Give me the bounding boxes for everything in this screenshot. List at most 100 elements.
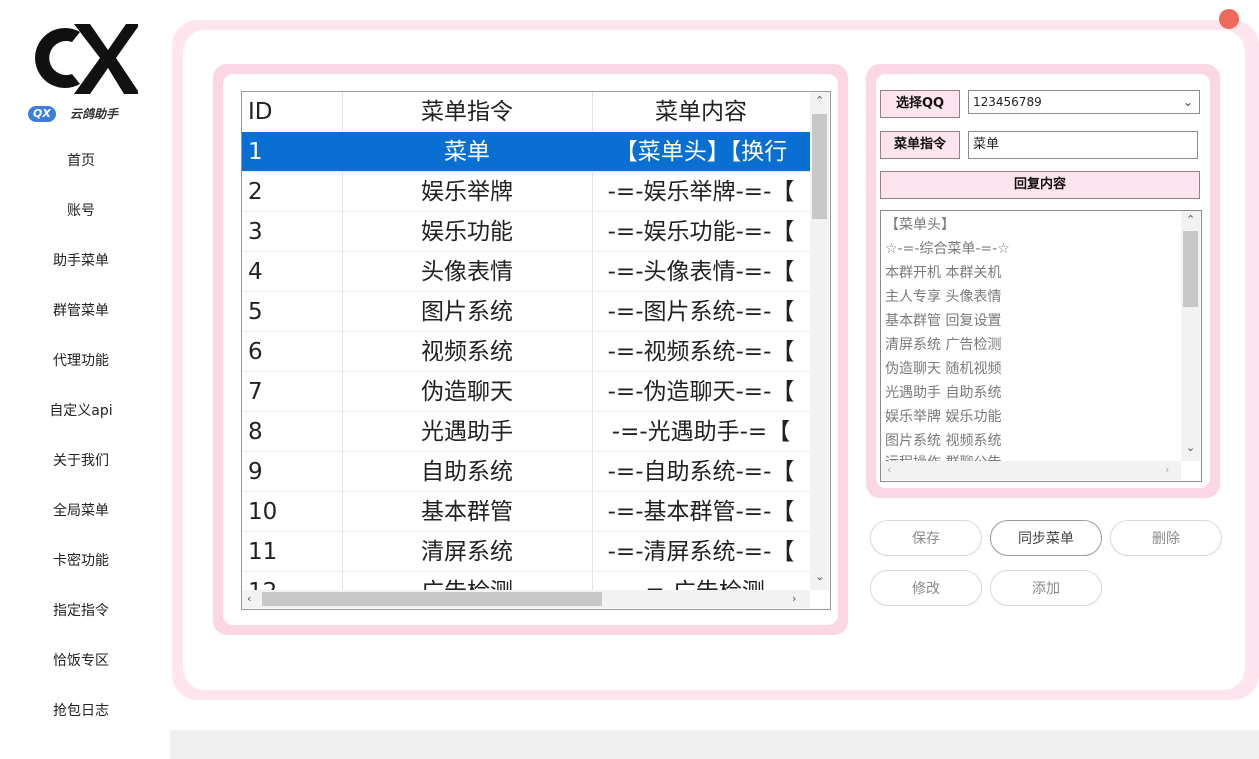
menu-table[interactable]: ID 菜单指令 菜单内容 1 菜单 【菜单头】【换行 2 娱乐举牌 -=-娱乐举…	[241, 91, 831, 610]
reply-line: 基本群管 回复设置	[885, 313, 1002, 329]
header-content[interactable]: 菜单内容	[592, 92, 810, 132]
row-divider	[242, 171, 810, 172]
nav-item-home[interactable]: 首页	[0, 149, 162, 173]
app-logo: QX 云鸽助手	[24, 18, 144, 128]
cell-command: 伪造聊天	[421, 379, 513, 405]
row-divider	[242, 371, 810, 372]
select-qq-button[interactable]: 选择QQ	[880, 90, 960, 118]
nav-item-group-menu[interactable]: 群管菜单	[0, 299, 162, 323]
table-row[interactable]: 4 头像表情 -=-头像表情-=-【	[242, 252, 810, 292]
row-divider	[242, 291, 810, 292]
table-vertical-scroll-thumb[interactable]	[812, 114, 827, 219]
menu-command-label: 菜单指令	[880, 131, 960, 159]
cell-command: 自助系统	[421, 459, 513, 485]
logo-text: 云鸽助手	[70, 107, 119, 121]
table-row[interactable]: 9 自助系统 -=-自助系统-=-【	[242, 452, 810, 492]
cell-content: 【菜单头】【换行	[614, 139, 788, 165]
modify-button[interactable]: 修改	[870, 570, 982, 606]
table-row[interactable]: 10 基本群管 -=-基本群管-=-【	[242, 492, 810, 532]
row-divider	[242, 251, 810, 252]
cell-command: 清屏系统	[421, 539, 513, 565]
scroll-left-icon[interactable]: ‹	[247, 592, 251, 606]
reply-line: 本群开机 本群关机	[885, 265, 1002, 281]
logo-mark-icon	[35, 24, 138, 94]
cell-command: 视频系统	[421, 339, 513, 365]
nav-item-redpacket-log[interactable]: 抢包日志	[0, 699, 162, 723]
menu-command-field[interactable]: 菜单	[968, 131, 1198, 159]
cell-id: 1	[248, 139, 263, 165]
nav-item-assistant-menu[interactable]: 助手菜单	[0, 249, 162, 273]
status-strip	[170, 730, 1259, 759]
row-divider	[242, 331, 810, 332]
table-row[interactable]: 1 菜单 【菜单头】【换行	[242, 132, 810, 172]
cell-id: 3	[248, 219, 263, 245]
cell-id: 11	[248, 539, 278, 565]
cell-id: 5	[248, 299, 263, 325]
reply-content-textarea[interactable]: 【菜单头】 ☆-=-综合菜单-=-☆ 本群开机 本群关机 主人专享 头像表情 基…	[880, 210, 1202, 482]
row-divider	[242, 411, 810, 412]
scroll-left-icon[interactable]: ‹	[887, 463, 891, 477]
cell-content: -=-清屏系统-=-【	[607, 539, 795, 565]
header-id[interactable]: ID	[248, 92, 342, 132]
cell-command: 娱乐举牌	[421, 179, 513, 205]
table-vertical-scrollbar[interactable]: ⌃ ⌄	[810, 92, 829, 590]
reply-line: 娱乐举牌 娱乐功能	[885, 409, 1002, 425]
table-row[interactable]: 7 伪造聊天 -=-伪造聊天-=-【	[242, 372, 810, 412]
header-command[interactable]: 菜单指令	[342, 92, 592, 132]
table-horizontal-scroll-thumb[interactable]	[262, 592, 602, 606]
row-divider	[242, 211, 810, 212]
nav-item-specified-command[interactable]: 指定指令	[0, 599, 162, 623]
add-button[interactable]: 添加	[990, 570, 1102, 606]
cell-command: 头像表情	[421, 259, 513, 285]
reply-horizontal-scrollbar[interactable]: ‹ ›	[881, 461, 1181, 480]
cell-content: -=-头像表情-=-【	[607, 259, 795, 285]
reply-line: 主人专享 头像表情	[885, 289, 1002, 305]
nav-item-custom-api[interactable]: 自定义api	[0, 399, 162, 423]
reply-vertical-scroll-thumb[interactable]	[1183, 231, 1198, 307]
cell-id: 6	[248, 339, 263, 365]
reply-vertical-scrollbar[interactable]: ⌃ ⌄	[1181, 211, 1200, 461]
cell-id: 8	[248, 419, 263, 445]
scroll-down-icon[interactable]: ⌄	[815, 570, 824, 584]
nav-item-agent[interactable]: 代理功能	[0, 349, 162, 373]
cell-content: -=-视频系统-=-【	[607, 339, 795, 365]
scroll-right-icon[interactable]: ›	[1165, 463, 1169, 477]
nav-item-sponsor[interactable]: 恰饭专区	[0, 649, 162, 673]
table-row[interactable]: 11 清屏系统 -=-清屏系统-=-【	[242, 532, 810, 572]
table-row[interactable]: 6 视频系统 -=-视频系统-=-【	[242, 332, 810, 372]
reply-line: ☆-=-综合菜单-=-☆	[885, 241, 1010, 257]
scroll-down-icon[interactable]: ⌄	[1186, 441, 1195, 455]
row-divider	[242, 571, 810, 572]
nav-item-about[interactable]: 关于我们	[0, 449, 162, 473]
scroll-right-icon[interactable]: ›	[792, 592, 796, 606]
cell-id: 10	[248, 499, 278, 525]
table-row[interactable]: 3 娱乐功能 -=-娱乐功能-=-【	[242, 212, 810, 252]
table-row[interactable]: 5 图片系统 -=-图片系统-=-【	[242, 292, 810, 332]
table-row[interactable]: 2 娱乐举牌 -=-娱乐举牌-=-【	[242, 172, 810, 212]
save-button[interactable]: 保存	[870, 520, 982, 556]
table-horizontal-scrollbar[interactable]: ‹ ›	[242, 590, 810, 608]
delete-button[interactable]: 删除	[1110, 520, 1222, 556]
chevron-down-icon[interactable]: ⌄	[1183, 91, 1193, 113]
row-divider	[242, 531, 810, 532]
cell-content: -=-自助系统-=-【	[607, 459, 795, 485]
reply-line: 【菜单头】	[885, 217, 955, 233]
cell-content: -=-图片系统-=-【	[607, 299, 795, 325]
cell-content: -=-娱乐功能-=-【	[607, 219, 795, 245]
logo-badge: QX	[28, 106, 56, 122]
table-header: ID 菜单指令 菜单内容	[242, 92, 810, 132]
nav-item-card-key[interactable]: 卡密功能	[0, 549, 162, 573]
scroll-up-icon[interactable]: ⌃	[815, 94, 824, 108]
sidebar: QX 云鸽助手 首页 账号 助手菜单 群管菜单 代理功能 自定义api 关于我们…	[0, 0, 171, 759]
nav-item-global-menu[interactable]: 全局菜单	[0, 499, 162, 523]
qq-select[interactable]: 123456789 ⌄	[968, 90, 1200, 114]
nav-item-account[interactable]: 账号	[0, 199, 162, 223]
scroll-up-icon[interactable]: ⌃	[1186, 213, 1195, 227]
reply-content-label: 回复内容	[880, 171, 1200, 199]
row-divider	[242, 491, 810, 492]
close-dot-icon[interactable]	[1219, 9, 1239, 29]
cell-content: -=-光遇助手-=【	[611, 419, 791, 445]
sync-menu-button[interactable]: 同步菜单	[990, 520, 1102, 556]
cell-command: 光遇助手	[421, 419, 513, 445]
table-row[interactable]: 8 光遇助手 -=-光遇助手-=【	[242, 412, 810, 452]
